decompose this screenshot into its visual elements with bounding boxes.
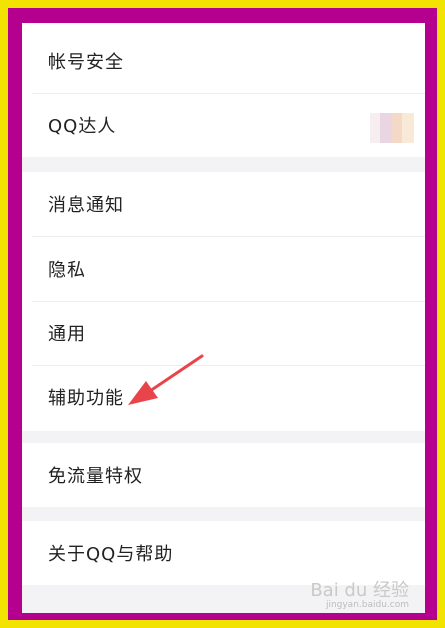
row-about-help[interactable]: 关于QQ与帮助 [22, 521, 425, 585]
message-notify-label: 消息通知 [48, 195, 124, 216]
settings-screen: 帐号安全 QQ达人 消息通知 隐私 通用 辅助功能 免流量特权 关于QQ与帮助 … [22, 23, 425, 613]
row-qq-expert[interactable]: QQ达人 [22, 93, 425, 157]
watermark-brand: Bai du 经验 [310, 580, 409, 601]
watermark-url: jingyan.baidu.com [325, 600, 409, 610]
general-label: 通用 [48, 324, 86, 345]
about-help-label: 关于QQ与帮助 [48, 544, 174, 565]
row-message-notify[interactable]: 消息通知 [22, 172, 425, 236]
settings-group-account: 帐号安全 QQ达人 [22, 23, 425, 157]
settings-group-data: 免流量特权 [22, 443, 425, 507]
privacy-label: 隐私 [48, 260, 86, 281]
row-general[interactable]: 通用 [22, 301, 425, 365]
settings-group-about: 关于QQ与帮助 [22, 521, 425, 585]
row-account-security[interactable]: 帐号安全 [22, 29, 425, 93]
row-free-data[interactable]: 免流量特权 [22, 443, 425, 507]
free-data-label: 免流量特权 [48, 466, 143, 487]
account-security-label: 帐号安全 [48, 52, 124, 73]
row-privacy[interactable]: 隐私 [22, 237, 425, 301]
qq-expert-label: QQ达人 [48, 116, 117, 137]
watermark: Bai du 经验 jingyan.baidu.com [310, 582, 409, 611]
row-accessibility[interactable]: 辅助功能 [22, 365, 425, 429]
accessibility-label: 辅助功能 [48, 388, 124, 409]
blurred-badge-icon [370, 113, 414, 143]
settings-group-general: 消息通知 隐私 通用 辅助功能 [22, 172, 425, 431]
